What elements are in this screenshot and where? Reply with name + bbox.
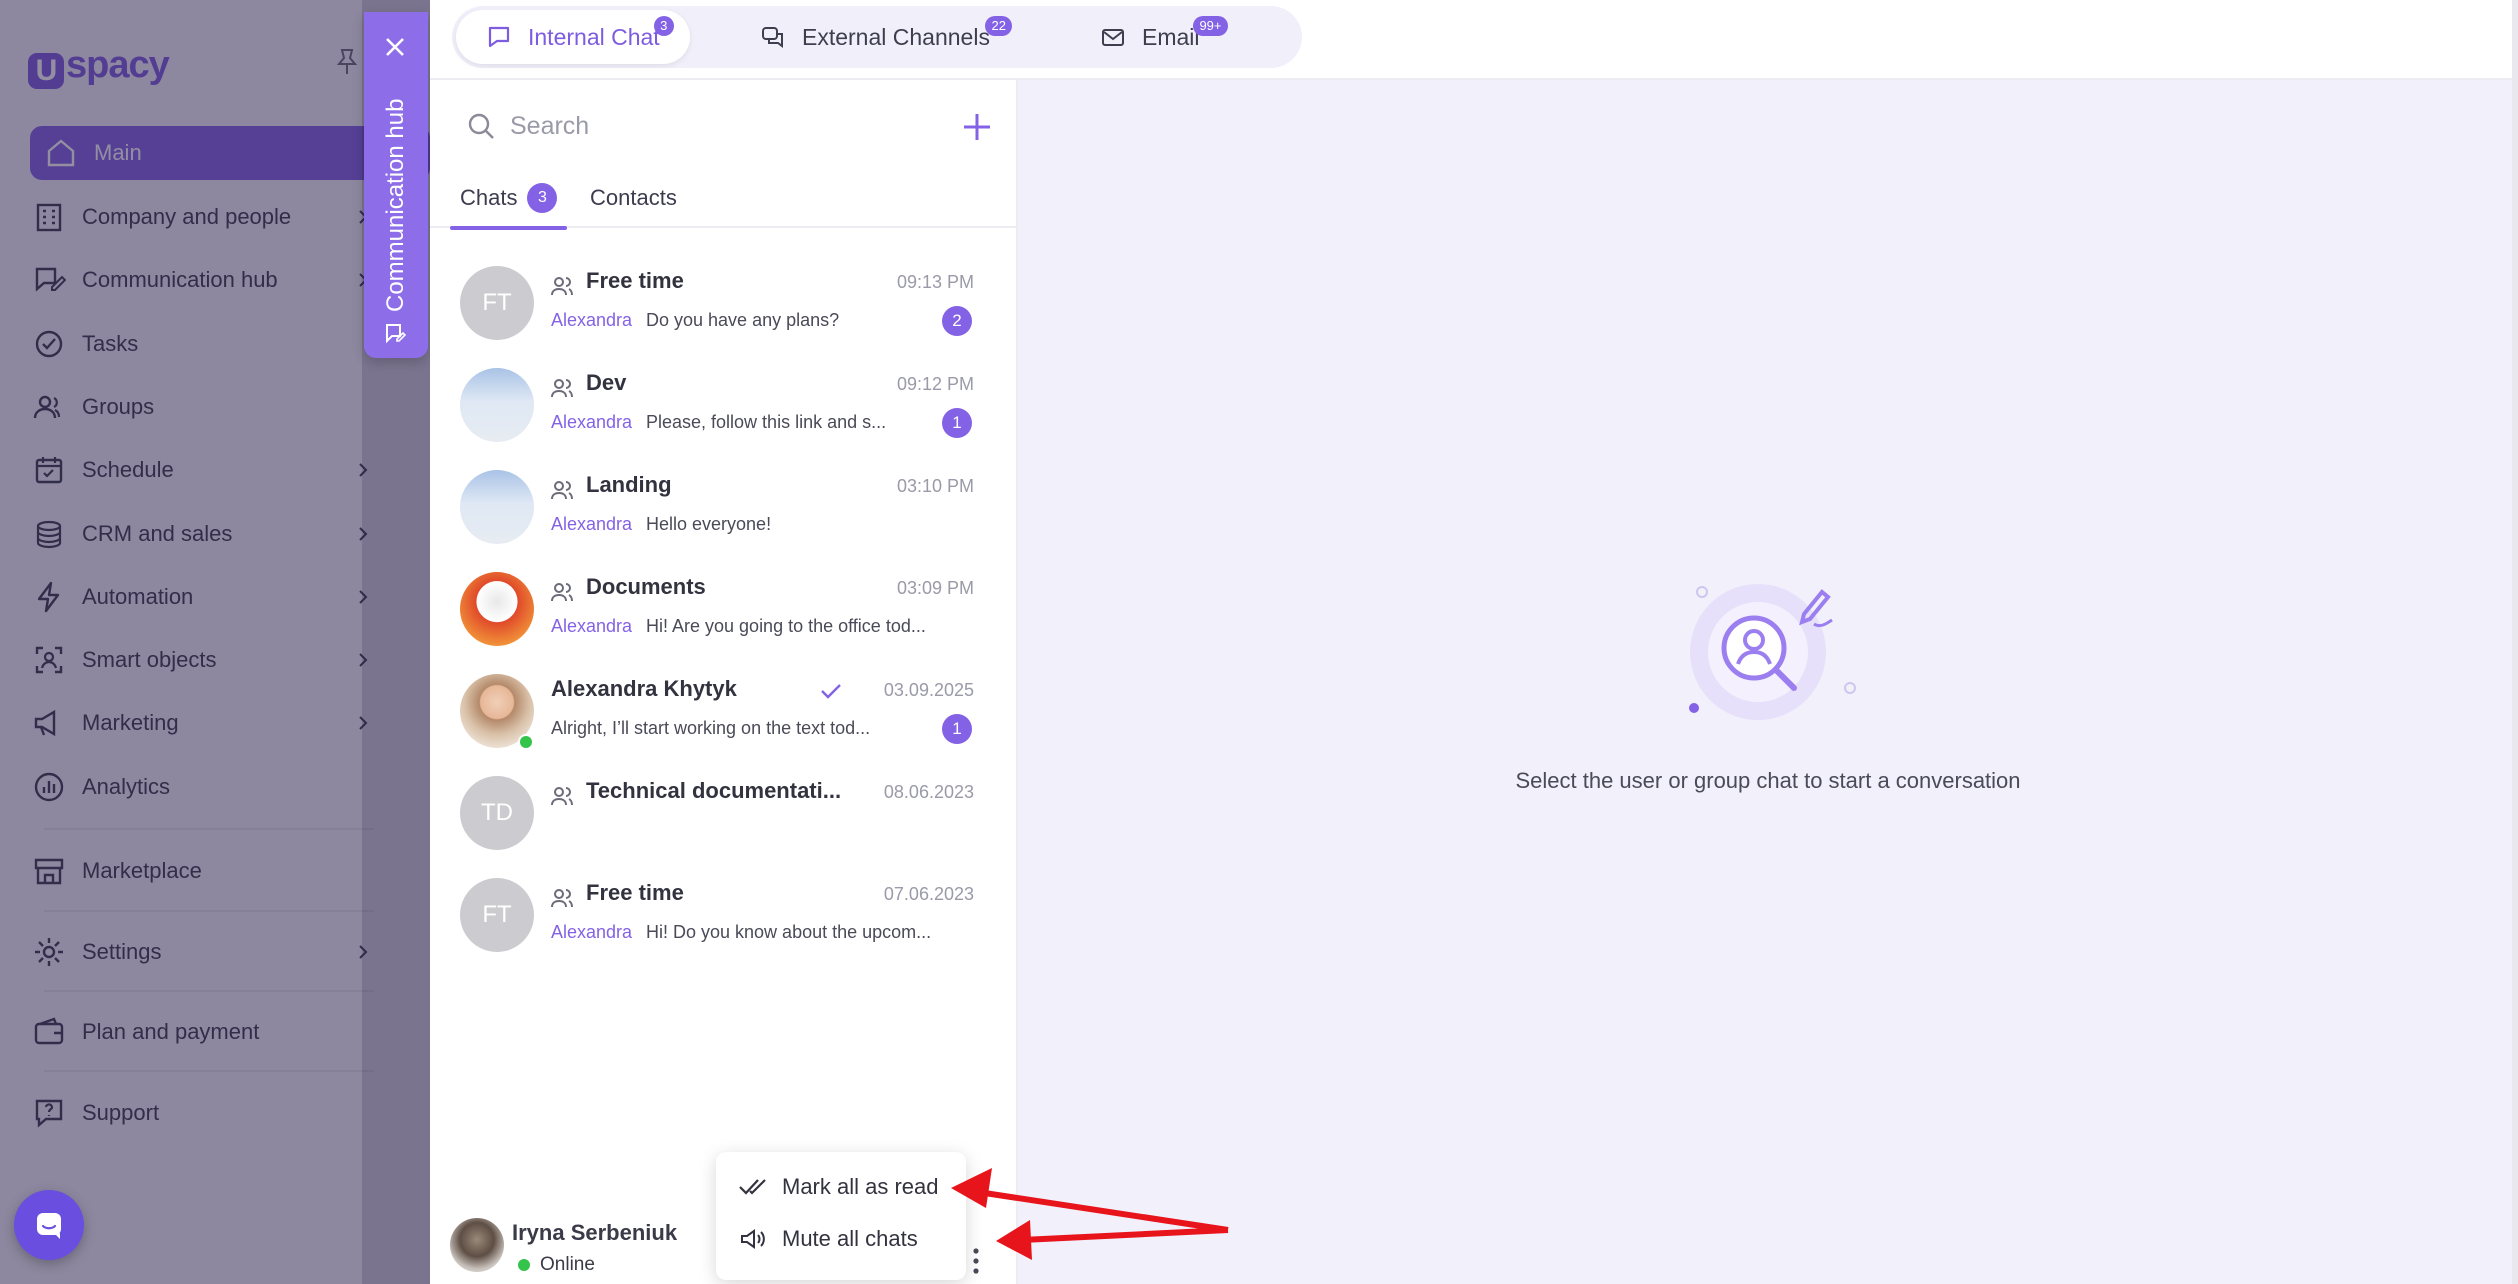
chat-avatar: FT [460,878,534,952]
avatar[interactable] [450,1218,504,1272]
chat-author: Alexandra [551,616,633,636]
messenger-launcher-button[interactable] [14,1190,84,1260]
double-check-icon [739,1179,766,1195]
empty-state-illustration [1689,584,1856,720]
chat-preview: Hello everyone! [646,514,772,534]
tab-contacts[interactable]: Contacts [590,176,677,228]
tab-label: Internal Chat [528,23,660,50]
chat-avatar: TD [460,776,534,850]
chat-name: Free time [586,880,684,905]
chat-preview: Hi! Do you know about the upcom... [646,922,932,942]
conversation-area: Select the user or group chat to start a… [1018,80,2518,1284]
chat-list-item[interactable]: TD Technical documentati... 08.06.2023 [430,754,1018,856]
chat-author: Alexandra [551,922,633,942]
communication-hub-tab[interactable]: Communication hub [364,12,428,358]
unread-badge: 1 [942,408,972,438]
chat-time: 09:13 PM [896,272,974,292]
tab-chats[interactable]: Chats 3 [449,176,569,230]
search-icon [468,113,494,139]
chat-avatar [460,470,534,544]
user-status[interactable]: Online [518,1254,595,1276]
envelope-icon [1102,29,1124,46]
group-icon [551,481,573,500]
chat-avatar [460,368,534,442]
chat-list-panel: Chats 3 Contacts FT Free time 09:13 PM A… [430,80,1018,1284]
chat-list-item[interactable]: Documents 03:09 PM Alexandra Hi! Are you… [430,550,1018,652]
online-indicator [518,734,534,750]
chat-name: Technical documentati... [586,778,842,803]
chat-time: 09:12 PM [896,374,974,394]
tab-count-badge: 99+ [1193,16,1228,36]
chat-options-menu: Mark all as read Mute all chats [716,1152,966,1280]
chat-list-item[interactable]: FT Free time 07.06.2023 Alexandra Hi! Do… [430,856,1018,958]
chat-list-item[interactable]: Dev 09:12 PM Alexandra Please, follow th… [430,346,1018,448]
chat-time: 03:10 PM [896,476,974,496]
group-icon [551,583,573,602]
chat-preview: Hi! Are you going to the office tod... [646,616,926,636]
tab-count-badge: 22 [985,16,1012,36]
search-box[interactable] [452,98,932,154]
chat-name: Landing [586,472,672,497]
more-options-icon[interactable] [972,1246,980,1276]
channel-tabs: Internal Chat 3 External Channels 22 Ema… [452,6,1302,68]
tab-internal-chat[interactable]: Internal Chat 3 [456,10,690,64]
channels-icon [762,27,783,48]
chat-name: Dev [586,370,627,395]
group-icon [551,889,573,908]
chat-name: Alexandra Khytyk [551,676,737,701]
chat-icon [488,26,510,48]
chat-name: Documents [586,574,706,599]
read-check-icon [821,684,841,699]
chat-author: Alexandra [551,412,633,432]
tab-label: Contacts [590,185,677,210]
tab-label: Email [1142,23,1200,50]
user-name: Iryna Serbeniuk [512,1220,678,1245]
chat-author: Alexandra [551,514,633,534]
chat-time: 07.06.2023 [883,884,974,904]
chat-preview: Please, follow this link and s... [646,412,887,432]
empty-state-text: Select the user or group chat to start a… [1515,768,2021,793]
group-icon [551,277,573,296]
chat-list-item[interactable]: FT Free time 09:13 PM Alexandra Do you h… [430,244,1018,346]
chat-time: 08.06.2023 [883,782,974,802]
chat-list-item[interactable]: Alexandra Khytyk 03.09.2025 Alright, I’l… [430,652,1018,754]
search-input[interactable] [510,111,910,141]
group-icon [551,787,573,806]
tab-label: Chats [460,185,518,210]
add-chat-button[interactable] [960,110,994,144]
mark-all-read-menu-item[interactable]: Mark all as read [738,1164,939,1210]
unread-badge: 2 [942,306,972,336]
chat-bubble-icon [37,1213,61,1239]
top-bar: Internal Chat 3 External Channels 22 Ema… [430,0,2518,80]
chat-preview: Do you have any plans? [646,310,840,330]
chat-avatar: FT [460,266,534,340]
tab-count-badge: 3 [653,16,674,36]
window-edge [2512,0,2518,1284]
tab-email[interactable]: Email 99+ [1070,10,1230,64]
tab-label: External Channels [802,23,990,50]
tab-external-channels[interactable]: External Channels 22 [730,10,1020,64]
chat-author: Alexandra [551,310,633,330]
unread-badge: 1 [942,714,972,744]
close-icon[interactable] [384,36,406,58]
speaker-icon [741,1229,765,1249]
chat-time: 03.09.2025 [883,680,974,700]
chats-count-badge: 3 [527,183,558,213]
chat-time: 03:09 PM [896,578,974,598]
chat-preview: Alright, I’ll start working on the text … [551,718,871,738]
chat-list-item[interactable]: Landing 03:10 PM Alexandra Hello everyon… [430,448,1018,550]
chat-list-tabs: Chats 3 Contacts [430,176,1018,230]
chat-name: Free time [586,268,684,293]
chat-avatar [460,572,534,646]
communication-hub-label: Communication hub [382,98,409,312]
menu-item-label: Mark all as read [782,1174,939,1199]
chat-edit-icon [386,324,406,344]
mute-all-menu-item[interactable]: Mute all chats [738,1216,918,1262]
menu-item-label: Mute all chats [782,1226,918,1251]
group-icon [551,379,573,398]
